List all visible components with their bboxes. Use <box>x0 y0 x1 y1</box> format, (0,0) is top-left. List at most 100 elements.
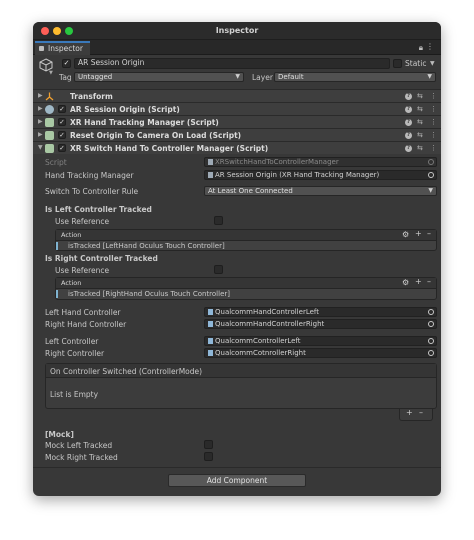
more-menu-icon[interactable]: ⋮ <box>430 105 437 113</box>
mock-right-checkbox[interactable] <box>204 452 213 461</box>
help-icon[interactable]: ? <box>405 93 412 100</box>
use-reference-checkbox[interactable] <box>214 265 223 274</box>
object-picker-icon[interactable] <box>428 309 434 315</box>
binding-indicator <box>56 242 58 250</box>
more-menu-icon[interactable]: ⋮ <box>426 42 434 51</box>
right-hand-controller-label: Right Hand Controller <box>45 320 127 329</box>
preset-icon[interactable]: ⇆ <box>417 144 423 152</box>
foldout-arrow-icon[interactable]: ▶ <box>38 92 43 99</box>
script-label: Script <box>45 158 67 167</box>
static-dropdown-icon[interactable]: ▼ <box>430 60 435 67</box>
left-action-box: Action ⚙ + – isTracked [LeftHand Oculus … <box>55 229 437 251</box>
left-hand-controller-label: Left Hand Controller <box>45 308 121 317</box>
more-menu-icon[interactable]: ⋮ <box>430 92 437 100</box>
right-action-binding[interactable]: isTracked [RightHand Oculus Touch Contro… <box>68 290 230 298</box>
foldout-arrow-icon[interactable]: ▼ <box>38 144 43 151</box>
right-controller-label: Right Controller <box>45 349 105 358</box>
object-picker-icon <box>428 159 434 165</box>
component-reset-origin[interactable]: ▶ ✓ Reset Origin To Camera On Load (Scri… <box>33 128 441 141</box>
component-enabled-checkbox[interactable]: ✓ <box>58 118 66 126</box>
add-component-button[interactable]: Add Component <box>168 474 306 487</box>
component-transform[interactable]: ▶ Transform ? ⇆ ⋮ <box>33 89 441 102</box>
help-icon[interactable]: ? <box>405 132 412 139</box>
gameobject-icon <box>208 338 213 344</box>
hand-tracking-manager-value: AR Session Origin (XR Hand Tracking Mana… <box>215 171 380 179</box>
use-reference-label: Use Reference <box>55 266 110 275</box>
preset-icon[interactable]: ⇆ <box>417 131 423 139</box>
gameobject-active-checkbox[interactable]: ✓ <box>62 59 71 68</box>
help-icon[interactable]: ? <box>405 106 412 113</box>
hand-tracking-manager-label: Hand Tracking Manager <box>45 171 134 180</box>
help-icon[interactable]: ? <box>405 119 412 126</box>
tab-label: Inspector <box>48 44 83 53</box>
add-binding-icon[interactable]: + <box>415 229 422 238</box>
left-hand-controller-field[interactable]: QualcommHandControllerLeft <box>204 307 437 317</box>
component-ar-session-origin[interactable]: ▶ ✓ AR Session Origin (Script) ? ⇆ ⋮ <box>33 102 441 115</box>
script-field: XRSwitchHandToControllerManager <box>204 157 437 167</box>
preset-icon[interactable]: ⇆ <box>417 118 423 126</box>
chevron-down-icon[interactable]: ▼ <box>49 70 53 76</box>
component-enabled-checkbox[interactable]: ✓ <box>58 144 66 152</box>
right-controller-value: QualcommCotnrollerRight <box>215 349 306 357</box>
add-binding-icon[interactable]: + <box>415 277 422 286</box>
static-checkbox[interactable] <box>393 59 402 68</box>
action-header: Action ⚙ + – <box>56 229 436 241</box>
object-picker-icon[interactable] <box>428 172 434 178</box>
switch-rule-dropdown[interactable]: At Least One Connected ▼ <box>204 186 437 196</box>
event-header: On Controller Switched (ControllerMode) <box>46 364 436 378</box>
help-icon[interactable]: ? <box>405 145 412 152</box>
window-title: Inspector <box>215 26 259 35</box>
component-enabled-checkbox[interactable]: ✓ <box>58 131 66 139</box>
mock-right-label: Mock Right Tracked <box>45 453 118 462</box>
hand-tracking-manager-field[interactable]: AR Session Origin (XR Hand Tracking Mana… <box>204 170 437 180</box>
info-icon <box>39 46 44 51</box>
layer-dropdown[interactable]: Default ▼ <box>274 72 436 82</box>
left-tracked-header: Is Left Controller Tracked <box>45 205 152 214</box>
gear-icon[interactable]: ⚙ <box>402 230 409 239</box>
object-picker-icon[interactable] <box>428 350 434 356</box>
left-action-binding[interactable]: isTracked [LeftHand Oculus Touch Control… <box>68 242 225 250</box>
more-menu-icon[interactable]: ⋮ <box>430 144 437 152</box>
right-controller-field[interactable]: QualcommCotnrollerRight <box>204 348 437 358</box>
component-xr-switch-hand-to-controller[interactable]: ▼ ✓ XR Switch Hand To Controller Manager… <box>33 141 441 154</box>
chevron-down-icon: ▼ <box>427 73 432 80</box>
component-xr-hand-tracking-manager[interactable]: ▶ ✓ XR Hand Tracking Manager (Script) ? … <box>33 115 441 128</box>
mock-left-label: Mock Left Tracked <box>45 441 113 450</box>
mock-left-checkbox[interactable] <box>204 440 213 449</box>
add-event-icon[interactable]: + <box>406 408 413 417</box>
component-name: Transform <box>70 92 113 101</box>
preset-icon[interactable]: ⇆ <box>417 92 423 100</box>
more-menu-icon[interactable]: ⋮ <box>430 131 437 139</box>
use-reference-checkbox[interactable] <box>214 216 223 225</box>
object-picker-icon[interactable] <box>428 321 434 327</box>
object-picker-icon[interactable] <box>428 338 434 344</box>
component-enabled-checkbox[interactable]: ✓ <box>58 105 66 113</box>
foldout-arrow-icon[interactable]: ▶ <box>38 131 43 138</box>
foldout-arrow-icon[interactable]: ▶ <box>38 105 43 112</box>
gameobject-icon <box>208 321 213 327</box>
event-add-remove: + – <box>399 408 433 421</box>
tag-label: Tag <box>59 73 72 82</box>
binding-indicator <box>56 290 58 298</box>
layer-value: Default <box>278 73 304 81</box>
remove-binding-icon[interactable]: – <box>427 277 431 286</box>
static-label: Static <box>405 59 427 68</box>
ar-script-icon <box>45 105 54 114</box>
title-bar: Inspector <box>33 22 441 40</box>
more-menu-icon[interactable]: ⋮ <box>430 118 437 126</box>
action-header: Action ⚙ + – <box>56 277 436 289</box>
tag-dropdown[interactable]: Untagged ▼ <box>74 72 244 82</box>
right-hand-controller-field[interactable]: QualcommHandControllerRight <box>204 319 437 329</box>
tab-inspector[interactable]: Inspector <box>35 41 90 55</box>
remove-binding-icon[interactable]: – <box>427 229 431 238</box>
preset-icon[interactable]: ⇆ <box>417 105 423 113</box>
remove-event-icon[interactable]: – <box>419 408 423 417</box>
gameobject-name-input[interactable]: AR Session Origin <box>74 58 390 69</box>
foldout-arrow-icon[interactable]: ▶ <box>38 118 43 125</box>
left-controller-field[interactable]: QualcommControllerLeft <box>204 336 437 346</box>
action-label: Action <box>61 279 82 287</box>
lock-icon[interactable]: 🔒︎ <box>419 43 423 53</box>
gear-icon[interactable]: ⚙ <box>402 278 409 287</box>
left-controller-value: QualcommControllerLeft <box>215 337 301 345</box>
component-name: XR Hand Tracking Manager (Script) <box>70 118 219 127</box>
